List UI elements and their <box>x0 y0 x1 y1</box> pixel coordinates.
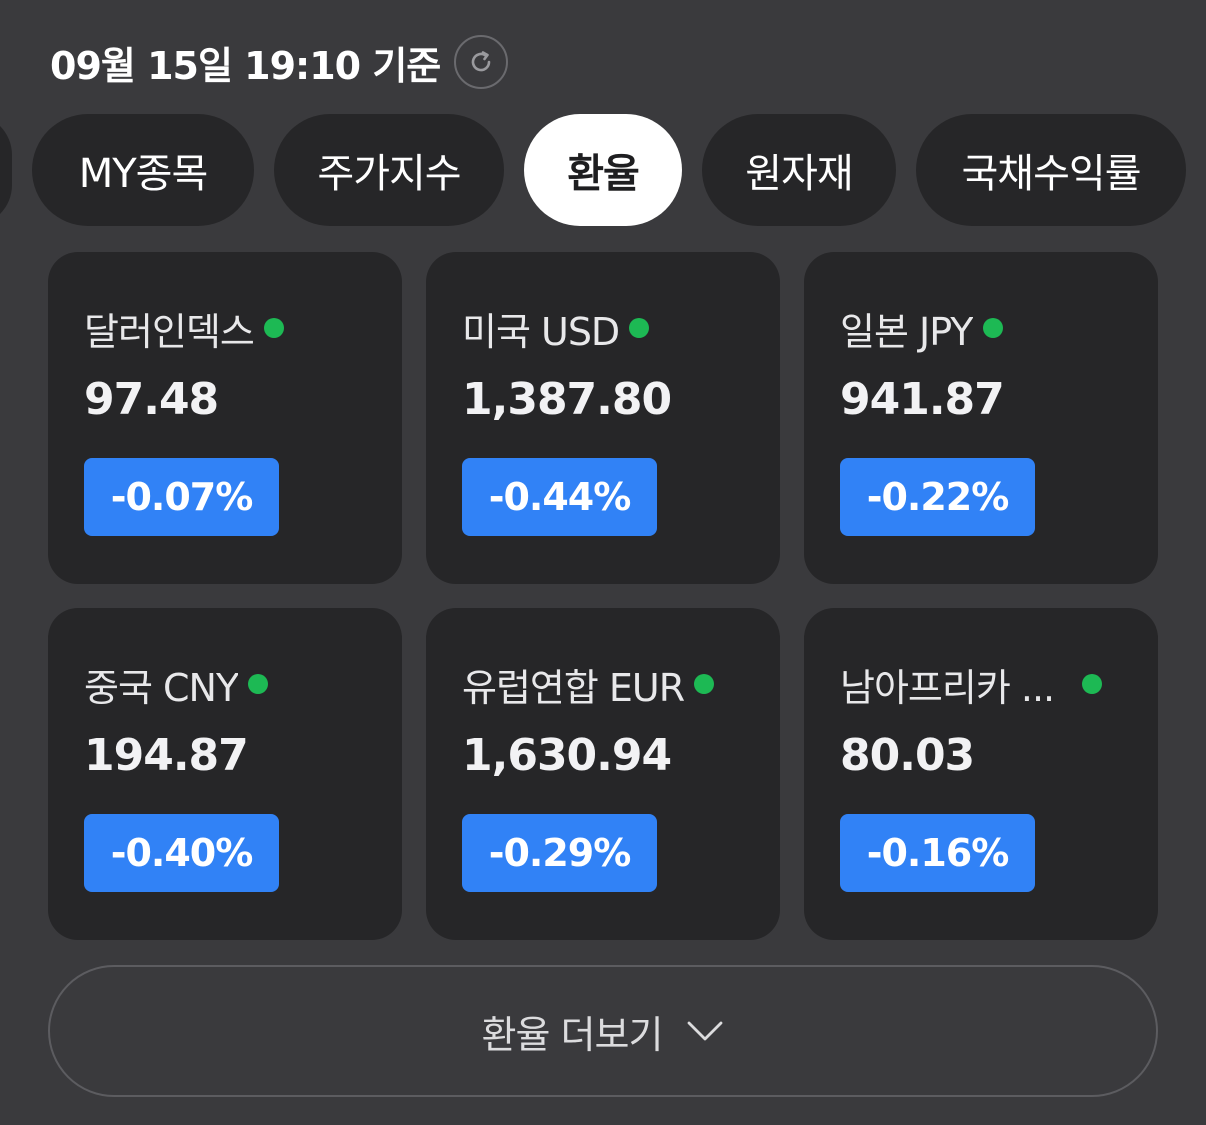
live-status-dot <box>1082 674 1103 694</box>
currency-value: 97.48 <box>84 374 219 425</box>
header: 09월 15일 19:10 기준 <box>50 32 509 92</box>
currency-value: 194.87 <box>84 730 249 781</box>
change-badge: -0.07% <box>84 458 279 536</box>
currency-name-text: 남아프리카 ... <box>840 665 1055 710</box>
currency-card[interactable]: 중국 CNY 194.87 -0.40% <box>48 608 402 940</box>
tab-treasury-yield[interactable]: 국채수익률 <box>916 114 1186 226</box>
currency-value: 80.03 <box>840 730 975 781</box>
currency-name-text: 유럽연합 EUR <box>462 665 685 710</box>
currency-value: 941.87 <box>840 374 1005 425</box>
currency-name-text: 일본 JPY <box>840 309 973 354</box>
currency-name: 중국 CNY <box>84 660 382 710</box>
tab-exchange-rate[interactable]: 환율 <box>524 114 682 226</box>
change-badge: -0.29% <box>462 814 657 892</box>
live-status-dot <box>694 674 715 694</box>
currency-name-text: 미국 USD <box>462 309 620 354</box>
refresh-button[interactable] <box>454 35 509 89</box>
change-badge: -0.40% <box>84 814 279 892</box>
currency-value: 1,630.94 <box>462 730 672 781</box>
currency-name: 남아프리카 ... <box>840 660 1138 710</box>
exchange-rate-widget: 09월 15일 19:10 기준 MY종목 주가지수 환율 원자재 국채수익률 … <box>0 0 1206 1125</box>
currency-card[interactable]: 미국 USD 1,387.80 -0.44% <box>426 252 780 584</box>
refresh-icon <box>471 51 491 72</box>
currency-name: 미국 USD <box>462 304 760 354</box>
more-exchange-rates-button[interactable]: 환율 더보기 <box>48 965 1158 1097</box>
chevron-down-icon <box>688 1021 723 1041</box>
category-tabs: MY종목 주가지수 환율 원자재 국채수익률 <box>0 114 1206 226</box>
change-badge: -0.44% <box>462 458 657 536</box>
currency-value: 1,387.80 <box>462 374 672 425</box>
more-button-label: 환율 더보기 <box>481 1012 664 1057</box>
currency-card[interactable]: 달러인덱스 97.48 -0.07% <box>48 252 402 584</box>
currency-name: 일본 JPY <box>840 304 1138 354</box>
change-badge: -0.16% <box>840 814 1035 892</box>
currency-name-text: 중국 CNY <box>84 665 239 710</box>
currency-name-text: 달러인덱스 <box>84 309 254 354</box>
tab-commodities[interactable]: 원자재 <box>702 114 896 226</box>
currency-card[interactable]: 일본 JPY 941.87 -0.22% <box>804 252 1158 584</box>
tab-stock-index[interactable]: 주가지수 <box>274 114 504 226</box>
live-status-dot <box>263 318 284 338</box>
live-status-dot <box>629 318 650 338</box>
currency-card[interactable]: 남아프리카 ... 80.03 -0.16% <box>804 608 1158 940</box>
currency-name: 달러인덱스 <box>84 304 382 354</box>
currency-name: 유럽연합 EUR <box>462 660 760 710</box>
currency-card[interactable]: 유럽연합 EUR 1,630.94 -0.29% <box>426 608 780 940</box>
tab-previous-partial[interactable] <box>0 114 12 226</box>
timestamp: 09월 15일 19:10 기준 <box>50 43 441 88</box>
change-badge: -0.22% <box>840 458 1035 536</box>
live-status-dot <box>982 318 1003 338</box>
live-status-dot <box>248 674 269 694</box>
tab-my-stocks[interactable]: MY종목 <box>32 114 254 226</box>
